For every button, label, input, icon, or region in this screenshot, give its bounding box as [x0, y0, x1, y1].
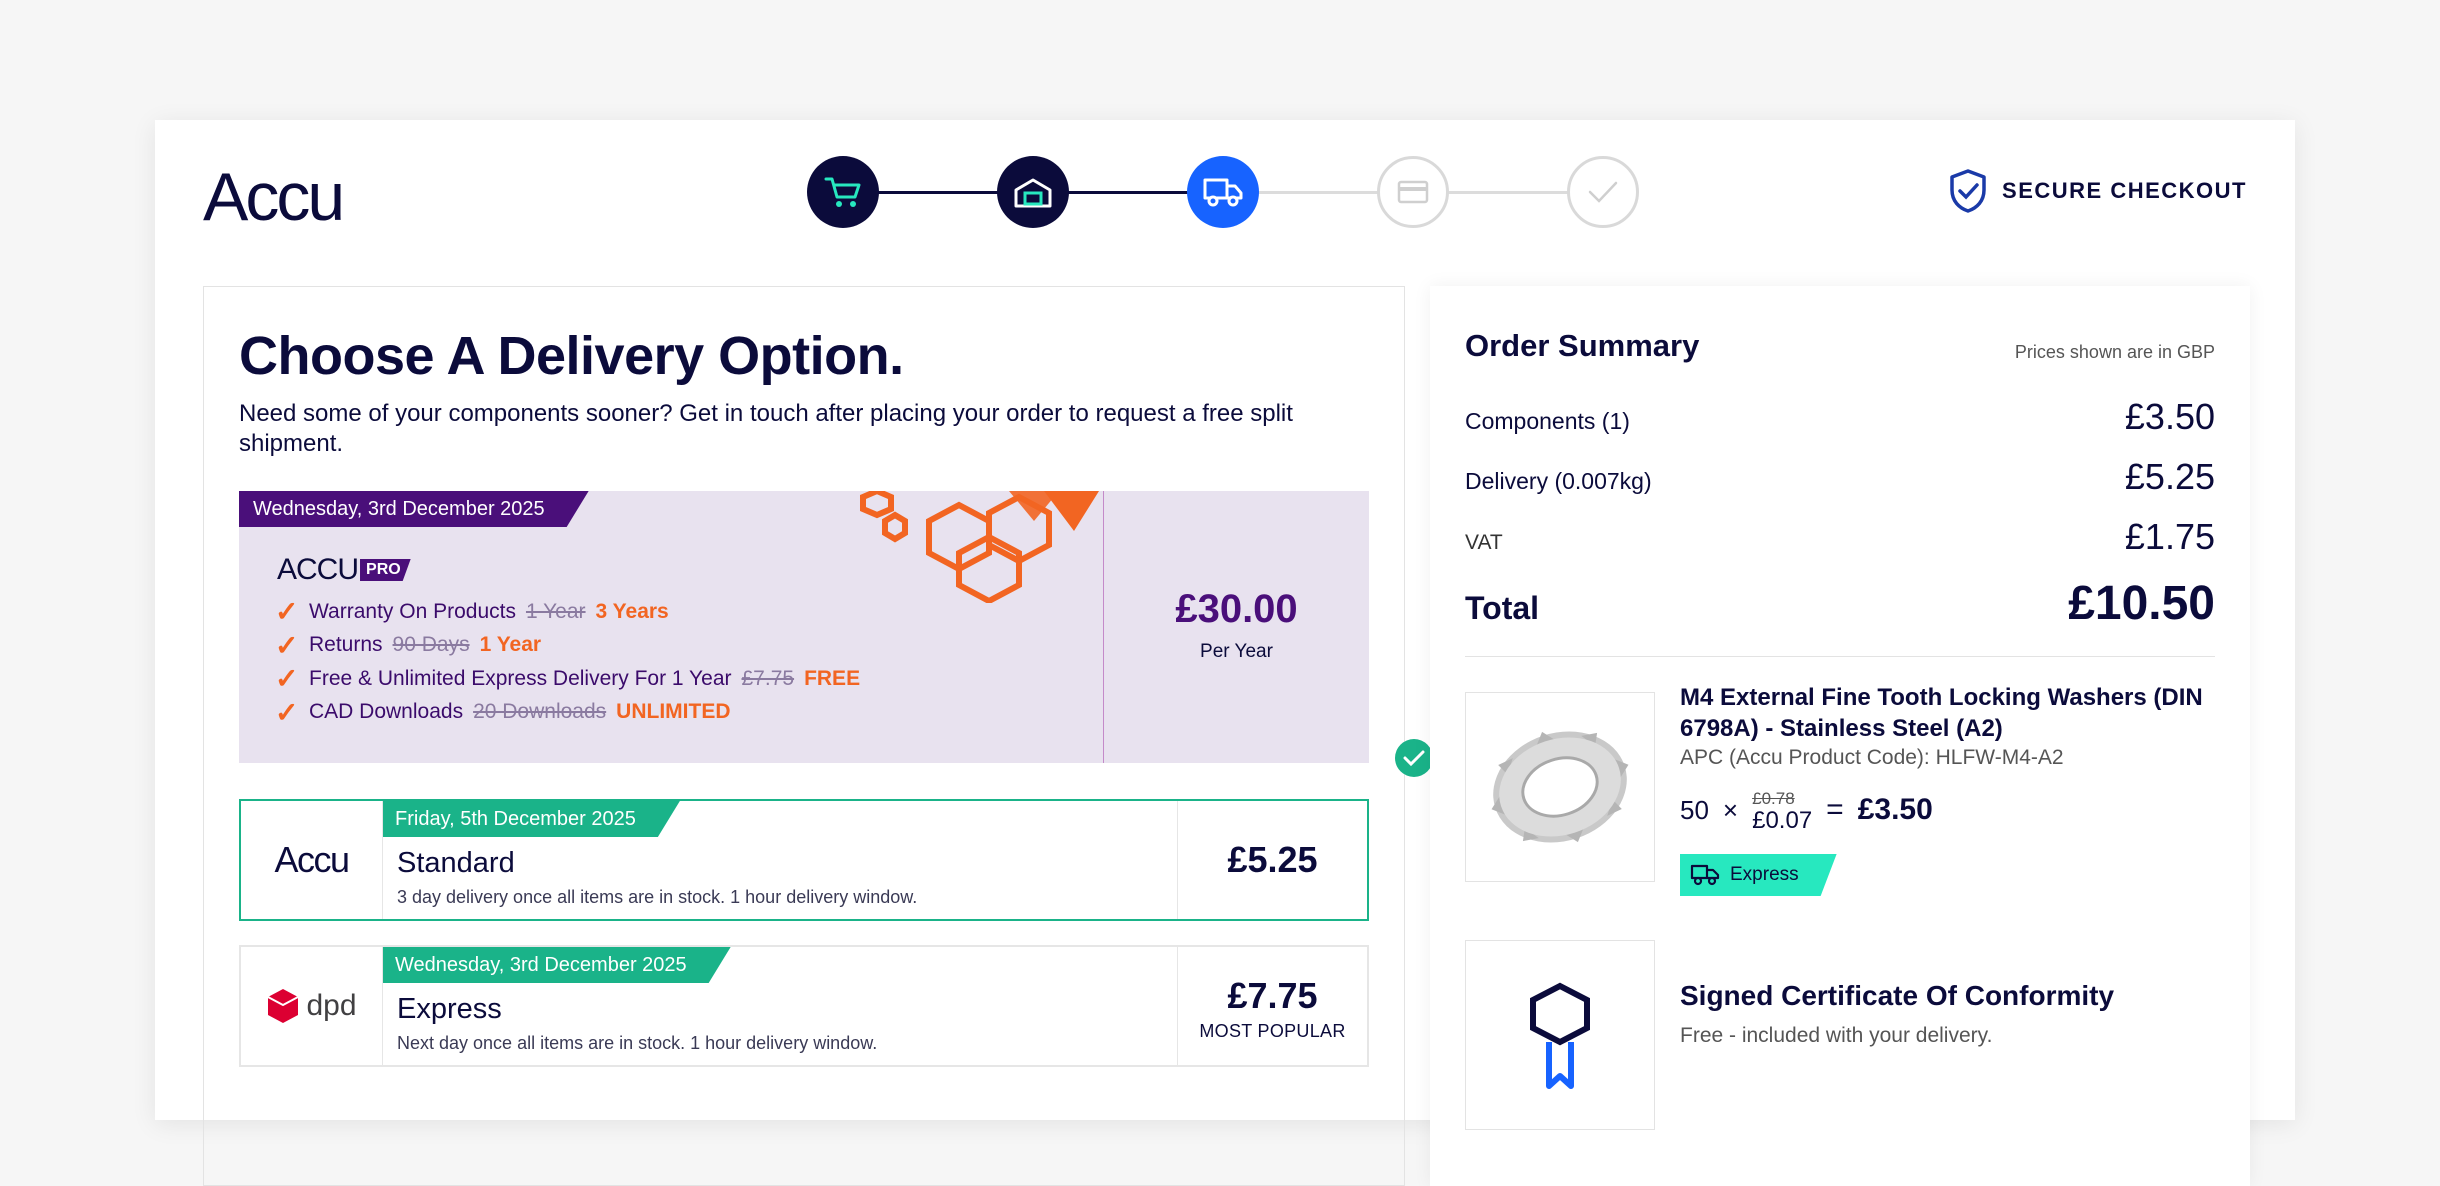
currency-note: Prices shown are in GBP	[2014, 342, 2215, 362]
accu-pro-logo-text: ACCU	[277, 553, 359, 586]
option-price-box: £5.25	[1177, 801, 1367, 919]
delivery-panel: Choose A Delivery Option. Need some of y…	[203, 286, 1433, 1186]
express-badge: Express	[1680, 854, 1837, 896]
option-price-box: £7.75 MOST POPULAR	[1177, 947, 1367, 1065]
step-cart[interactable]	[807, 156, 879, 228]
order-summary-title: Order Summary	[1465, 328, 1700, 363]
secure-checkout: SECURE CHECKOUT	[1948, 168, 2247, 214]
pro-benefits-list: ✓ Warranty On Products 1 Year 3 Years ✓ Retu…	[275, 595, 860, 729]
secure-checkout-label: SECURE CHECKOUT	[2002, 178, 2247, 203]
option-price: £7.75	[1227, 975, 1318, 1016]
shield-icon	[1950, 169, 1986, 213]
carrier-logo-accu: Accu	[241, 801, 383, 919]
step-payment[interactable]	[1377, 156, 1449, 228]
step-details[interactable]	[997, 156, 1069, 228]
certificate-subtitle: Free - included with your delivery.	[1680, 1024, 1993, 1047]
summary-row-vat: VAT £1.75	[1465, 516, 2215, 557]
checkout-card: Accu SECURE CHECKOUT Choose A Delivery O…	[155, 120, 2295, 1186]
payment-card-icon	[1397, 180, 1429, 204]
pro-benefit: ✓ Free & Unlimited Express Delivery For 1…	[275, 663, 861, 695]
option-name: Standard	[397, 847, 515, 879]
cart-icon	[824, 177, 861, 207]
option-name: Express	[397, 993, 502, 1025]
product-code: APC (Accu Product Code): HLFW-M4-A2	[1680, 746, 2064, 769]
pro-delivery-date: Wednesday, 3rd December 2025	[239, 491, 589, 527]
accu-pro-logo: ACCU PRO	[277, 553, 411, 587]
step-confirm[interactable]	[1567, 156, 1639, 228]
pro-benefit: ✓ CAD Downloads 20 Downloads UNLIMITED	[275, 696, 731, 728]
delivery-option-express[interactable]: dpd Wednesday, 3rd December 2025 Express…	[239, 945, 1369, 1067]
dpd-cube-icon	[267, 989, 299, 1023]
option-description: Next day once all items are in stock. 1 …	[397, 1033, 878, 1053]
new-unit-price: £0.07	[1752, 807, 1813, 834]
step-delivery[interactable]	[1187, 156, 1259, 228]
product-thumbnail[interactable]	[1465, 692, 1655, 882]
delivery-truck-icon	[1203, 178, 1243, 207]
award-ribbon-icon	[1530, 982, 1590, 1089]
pro-price-period: Per Year	[1200, 641, 1273, 662]
checkout-progress	[807, 156, 1639, 228]
checkmark-icon: ✓	[275, 696, 299, 728]
summary-row-total: Total £10.50	[1465, 577, 2215, 630]
accu-logo[interactable]: Accu	[203, 158, 345, 236]
summary-row-delivery: Delivery (0.007kg) £5.25	[1465, 456, 2215, 497]
certificate-thumbnail	[1465, 940, 1655, 1130]
divider	[1465, 656, 2215, 657]
quantity: 50	[1680, 794, 1709, 825]
delivery-truck-icon	[1690, 864, 1720, 886]
page-title: Choose A Delivery Option.	[239, 326, 904, 386]
hexagon-pattern-graphic	[860, 491, 1099, 603]
selected-check-icon	[1395, 739, 1433, 777]
pro-benefit: ✓ Warranty On Products 1 Year 3 Years	[275, 596, 669, 628]
unit-price: £0.78 £0.07	[1752, 788, 1813, 834]
pro-badge: PRO	[360, 559, 411, 581]
carrier-logo-dpd: dpd	[241, 947, 383, 1065]
option-price: £5.25	[1227, 839, 1318, 880]
pro-benefit: ✓ Returns 90 Days 1 Year	[275, 629, 542, 661]
summary-row-components: Components (1) £3.50	[1465, 396, 2215, 437]
delivery-option-standard[interactable]: Accu Friday, 5th December 2025 Standard …	[239, 799, 1369, 921]
checkmark-icon: ✓	[275, 596, 299, 628]
option-date: Wednesday, 3rd December 2025	[383, 947, 731, 983]
intro-text: Need some of your components sooner? Get…	[239, 400, 1293, 457]
product-name[interactable]: M4 External Fine Tooth Locking Washers (…	[1680, 682, 2220, 744]
checkmark-icon: ✓	[275, 629, 299, 661]
option-date: Friday, 5th December 2025	[383, 801, 680, 837]
price-calculation: 50 × £0.78 £0.07 = £3.50	[1680, 788, 1933, 834]
checkmark-icon: ✓	[275, 663, 299, 695]
line-total: £3.50	[1857, 793, 1933, 826]
order-summary-panel: Order Summary Prices shown are in GBP Co…	[1430, 286, 2250, 1186]
most-popular-badge: MOST POPULAR	[1199, 1021, 1346, 1041]
accu-pro-offer[interactable]: Wednesday, 3rd December 2025 ACCU PRO ✓ W…	[239, 491, 1369, 763]
equals-sign: =	[1826, 793, 1844, 826]
option-description: 3 day delivery once all items are in sto…	[397, 887, 918, 907]
washer-image	[1491, 731, 1629, 843]
certificate-title: Signed Certificate Of Conformity	[1680, 980, 2115, 1011]
express-badge-label: Express	[1730, 864, 1799, 885]
check-icon	[1588, 181, 1618, 203]
pro-price: £30.00	[1175, 587, 1298, 631]
times-sign: ×	[1722, 794, 1739, 825]
warehouse-icon	[1014, 178, 1052, 208]
